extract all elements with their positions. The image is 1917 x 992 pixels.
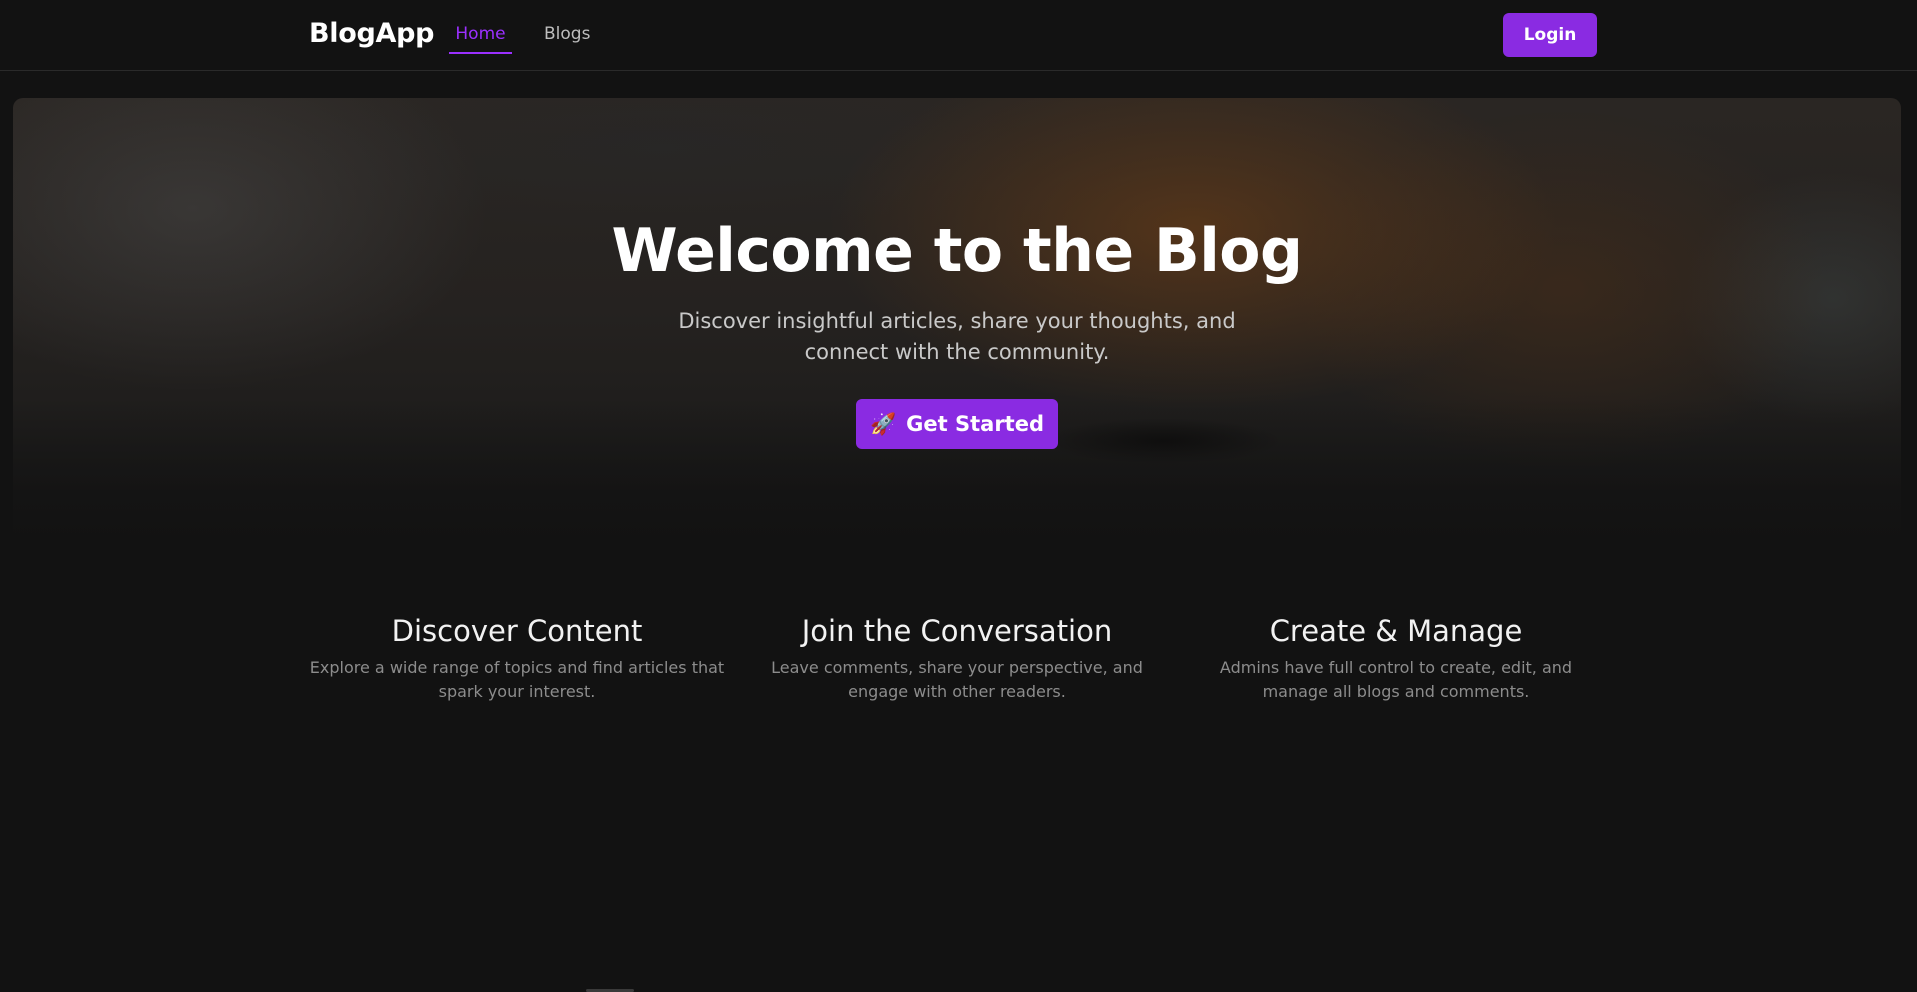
nav-link-blogs[interactable]: Blogs xyxy=(544,24,590,44)
hero-subtitle: Discover insightful articles, share your… xyxy=(678,309,1236,364)
get-started-label: Get Started xyxy=(906,412,1044,436)
get-started-button[interactable]: 🚀 Get Started xyxy=(856,399,1058,449)
feature-title: Join the Conversation xyxy=(801,614,1113,648)
feature-description: Leave comments, share your perspective, … xyxy=(771,658,1143,701)
login-button[interactable]: Login xyxy=(1503,13,1597,57)
brand-logo[interactable]: BlogApp xyxy=(309,18,434,49)
feature-join-conversation: Join the Conversation Leave comments, sh… xyxy=(760,614,1154,704)
feature-create-manage: Create & Manage Admins have full control… xyxy=(1218,614,1574,704)
rocket-icon: 🚀 xyxy=(870,411,897,436)
feature-description: Explore a wide range of topics and find … xyxy=(309,658,725,701)
feature-title: Create & Manage xyxy=(1269,614,1523,648)
navbar: BlogApp Home Blogs Login xyxy=(0,0,1917,71)
feature-discover-content: Discover Content Explore a wide range of… xyxy=(309,614,725,704)
hero-title: Welcome to the Blog xyxy=(611,216,1303,286)
nav-link-home[interactable]: Home xyxy=(449,24,512,44)
feature-description: Admins have full control to create, edit… xyxy=(1219,658,1573,701)
feature-title: Discover Content xyxy=(391,614,643,648)
active-nav-indicator xyxy=(449,52,512,54)
hero-section: Welcome to the Blog Discover insightful … xyxy=(13,98,1901,568)
